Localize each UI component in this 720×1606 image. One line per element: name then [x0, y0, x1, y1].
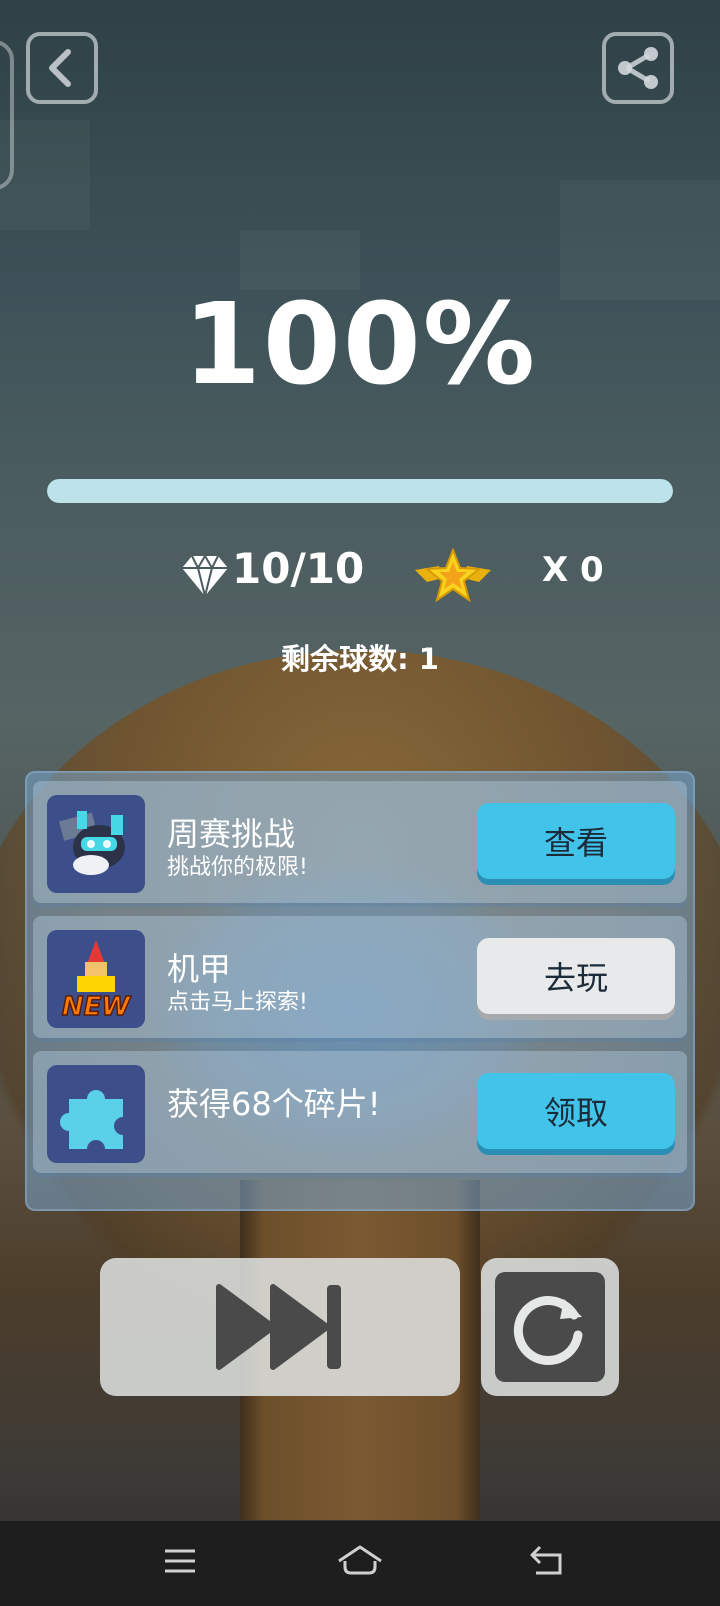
- view-button[interactable]: 查看: [477, 803, 675, 879]
- gem-count: 10/10: [232, 544, 365, 593]
- balls-remaining: 剩余球数: 1: [281, 642, 439, 676]
- side-frame-fragment: [0, 40, 14, 190]
- star-count: X 0: [542, 550, 604, 590]
- robot-icon: [47, 795, 145, 893]
- star-icon: [415, 548, 491, 603]
- stats-row: 10/10 X 0: [0, 540, 720, 610]
- task-row-weekly: 周赛挑战 挑战你的极限! 查看: [33, 781, 687, 903]
- play-button[interactable]: 去玩: [477, 938, 675, 1014]
- task-subtitle: 点击马上探索!: [167, 990, 308, 1015]
- progress-fill: [47, 479, 673, 503]
- skip-level-button[interactable]: [100, 1258, 460, 1396]
- share-icon: [618, 47, 658, 89]
- task-panel: 周赛挑战 挑战你的极限! 查看 NEW 机甲 点击马上探索! 去玩 获得68个碎…: [25, 771, 695, 1211]
- back-button[interactable]: [26, 32, 98, 104]
- task-title: 获得68个碎片!: [167, 1085, 381, 1123]
- task-row-mech: NEW 机甲 点击马上探索! 去玩: [33, 916, 687, 1038]
- completion-percent: 100%: [182, 280, 537, 410]
- puzzle-piece-icon: [47, 1065, 145, 1163]
- fast-forward-icon: [216, 1284, 341, 1370]
- svg-text:NEW: NEW: [62, 992, 132, 1022]
- task-row-fragments: 获得68个碎片! 领取: [33, 1051, 687, 1173]
- restart-icon-frame: [495, 1272, 605, 1382]
- claim-button[interactable]: 领取: [477, 1073, 675, 1149]
- progress-bar: [47, 479, 673, 503]
- share-button[interactable]: [602, 32, 674, 104]
- restart-icon: [513, 1296, 583, 1365]
- restart-button[interactable]: [481, 1258, 619, 1396]
- new-mech-icon: NEW: [47, 930, 145, 1028]
- back-arrow-icon: [49, 49, 71, 87]
- back-icon[interactable]: [528, 1543, 568, 1579]
- menu-icon[interactable]: [162, 1543, 198, 1579]
- diamond-icon: [182, 554, 228, 597]
- home-icon[interactable]: [336, 1543, 384, 1579]
- task-subtitle: 挑战你的极限!: [167, 855, 308, 880]
- system-nav-bar: [0, 1521, 720, 1606]
